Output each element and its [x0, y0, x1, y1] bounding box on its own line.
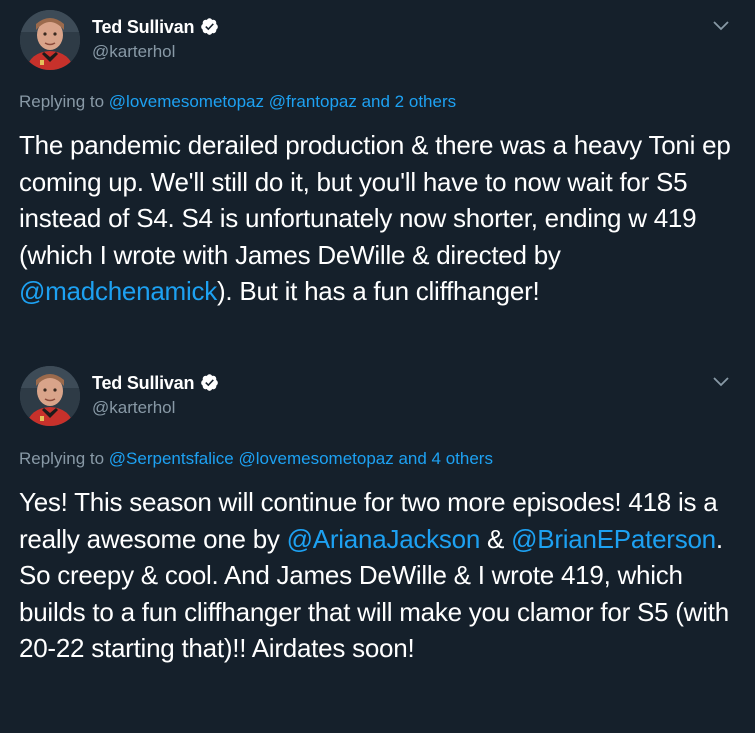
avatar[interactable]	[20, 366, 80, 426]
avatar[interactable]	[20, 10, 80, 70]
replying-to: Replying to @Serpentsfalice @lovemesomet…	[19, 449, 493, 469]
tweet-text-part: &	[480, 523, 512, 554]
mention-link[interactable]: @BrianEPaterson	[511, 524, 716, 554]
avatar-image	[20, 366, 80, 426]
author-name-text[interactable]: Ted Sullivan	[92, 17, 194, 37]
verified-badge-icon	[201, 18, 219, 35]
tweet-text: Yes! This season will continue for two m…	[19, 484, 739, 667]
reply-prefix: Replying to	[19, 449, 109, 468]
verified-badge-icon	[201, 374, 219, 391]
reply-prefix: Replying to	[19, 92, 109, 111]
replying-to: Replying to @lovemesometopaz @frantopaz …	[19, 92, 456, 112]
author-name-text[interactable]: Ted Sullivan	[92, 373, 194, 393]
avatar-image	[20, 10, 80, 70]
reply-mention-link[interactable]: @lovemesometopaz	[239, 449, 394, 468]
mention-link[interactable]: @ArianaJackson	[287, 524, 481, 554]
reply-mention-link[interactable]: @lovemesometopaz	[109, 92, 264, 111]
reply-others-link[interactable]: and 4 others	[394, 449, 493, 468]
author-name[interactable]: Ted Sullivan	[92, 17, 219, 38]
reply-others-link[interactable]: and 2 others	[357, 92, 457, 111]
tweet-text-part: The pandemic derailed production & there…	[19, 130, 731, 270]
mention-link[interactable]: @madchenamick	[19, 276, 217, 306]
author-handle[interactable]: @karterhol	[92, 42, 175, 62]
author-name[interactable]: Ted Sullivan	[92, 373, 219, 394]
reply-mention-link[interactable]: @frantopaz	[269, 92, 357, 111]
chevron-down-icon[interactable]	[712, 20, 730, 32]
author-handle[interactable]: @karterhol	[92, 398, 175, 418]
top-strip	[0, 0, 755, 6]
tweet-text-part: ). But it has a fun cliffhanger!	[217, 276, 540, 306]
chevron-down-icon[interactable]	[712, 376, 730, 388]
tweet-text: The pandemic derailed production & there…	[19, 127, 739, 310]
reply-mention-link[interactable]: @Serpentsfalice	[109, 449, 234, 468]
